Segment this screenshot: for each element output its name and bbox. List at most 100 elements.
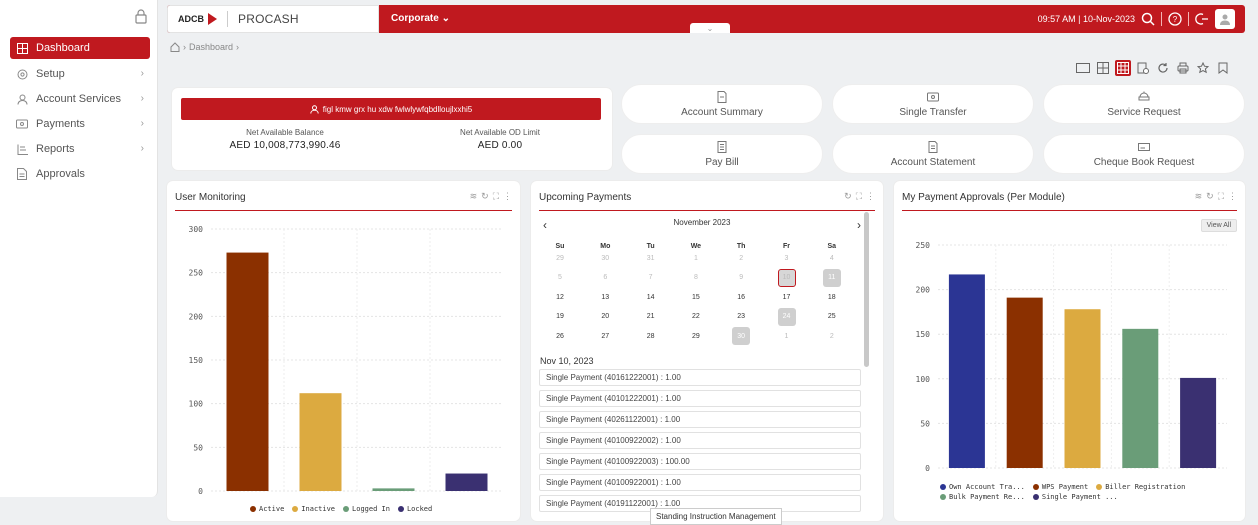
- calendar-day[interactable]: 20: [596, 308, 614, 326]
- payment-item[interactable]: Single Payment (40161222001) : 1.00: [539, 369, 861, 386]
- payment-item[interactable]: Single Payment (40100922002) : 1.00: [539, 432, 861, 449]
- prev-month-button[interactable]: ‹: [543, 218, 547, 232]
- print-icon[interactable]: [1175, 60, 1191, 76]
- calendar-day[interactable]: 30: [596, 249, 614, 267]
- calendar-day[interactable]: 22: [687, 308, 705, 326]
- calendar-day[interactable]: 16: [732, 288, 750, 306]
- bookmark-icon[interactable]: [1215, 60, 1231, 76]
- help-icon[interactable]: ?: [1168, 12, 1182, 26]
- calendar-day[interactable]: 13: [596, 288, 614, 306]
- search-icon[interactable]: [1141, 12, 1155, 26]
- home-icon[interactable]: [170, 42, 180, 52]
- calendar-day[interactable]: 2: [823, 327, 841, 345]
- more-icon[interactable]: ⋮: [866, 191, 875, 202]
- calendar-day[interactable]: 8: [687, 269, 705, 287]
- legend-item[interactable]: Active: [250, 505, 284, 513]
- calendar-day[interactable]: 15: [687, 288, 705, 306]
- sidebar-item-account-services[interactable]: Account Services ›: [10, 88, 150, 110]
- svg-text:?: ?: [1173, 15, 1178, 24]
- bank-name: ADCB: [178, 14, 204, 24]
- calendar-day[interactable]: 6: [596, 269, 614, 287]
- payment-item[interactable]: Single Payment (40101222001) : 1.00: [539, 390, 861, 407]
- refresh-icon[interactable]: ↻: [481, 191, 489, 202]
- payment-item[interactable]: Single Payment (40100922001) : 1.00: [539, 474, 861, 491]
- breadcrumb-current[interactable]: Dashboard: [189, 42, 233, 52]
- account-selector[interactable]: figl kmw grx hu xdw fwlwlywfqbdlloujlxxh…: [181, 98, 601, 120]
- calendar-day[interactable]: 11: [822, 268, 841, 287]
- sidebar-item-approvals[interactable]: Approvals: [10, 163, 150, 185]
- sidebar-item-dashboard[interactable]: Dashboard: [10, 37, 150, 59]
- calendar-day[interactable]: 25: [823, 308, 841, 326]
- calendar-day[interactable]: 17: [778, 288, 796, 306]
- calendar-day[interactable]: 7: [642, 269, 660, 287]
- payment-item[interactable]: Single Payment (40261122001) : 1.00: [539, 411, 861, 428]
- expand-tab[interactable]: ⌄: [690, 23, 730, 33]
- calendar-day[interactable]: 9: [732, 269, 750, 287]
- chart-type-icon[interactable]: ≋: [470, 191, 478, 202]
- payment-item[interactable]: Single Payment (40100922003) : 100.00: [539, 453, 861, 470]
- layout-single-icon[interactable]: [1075, 60, 1091, 76]
- refresh-icon[interactable]: ↻: [1206, 191, 1214, 202]
- calendar-day[interactable]: 24: [777, 307, 796, 326]
- fullscreen-icon[interactable]: ⛶: [493, 191, 499, 202]
- calendar-day[interactable]: 3: [778, 249, 796, 267]
- calendar-day[interactable]: 29: [687, 327, 705, 345]
- tile-service-request[interactable]: Service Request: [1043, 84, 1245, 124]
- scrollbar[interactable]: [864, 212, 869, 367]
- calendar-day[interactable]: 4: [823, 249, 841, 267]
- chevron-right-icon: ›: [140, 93, 144, 104]
- legend-item[interactable]: Single Payment ...: [1032, 493, 1118, 501]
- next-month-button[interactable]: ›: [857, 218, 861, 232]
- corporate-dropdown[interactable]: Corporate ⌄: [391, 13, 450, 24]
- sidebar-item-payments[interactable]: Payments ›: [10, 113, 150, 135]
- legend-item[interactable]: Inactive: [292, 505, 335, 513]
- more-icon[interactable]: ⋮: [1228, 191, 1237, 202]
- legend-item[interactable]: Bulk Payment Re...: [940, 493, 1025, 501]
- refresh-icon[interactable]: [1155, 60, 1171, 76]
- calendar-day[interactable]: 21: [642, 308, 660, 326]
- layout-grid-icon[interactable]: [1095, 60, 1111, 76]
- calendar-day[interactable]: 1: [778, 327, 796, 345]
- tile-account-summary[interactable]: Account Summary: [621, 84, 823, 124]
- logout-icon[interactable]: [1195, 12, 1209, 26]
- fullscreen-icon[interactable]: ⛶: [856, 191, 862, 202]
- calendar-day[interactable]: 10: [777, 268, 796, 287]
- calendar-day[interactable]: 28: [642, 327, 660, 345]
- customize-icon[interactable]: [1135, 60, 1151, 76]
- legend-item[interactable]: Own Account Tra...: [940, 483, 1025, 491]
- fullscreen-icon[interactable]: ⛶: [1218, 191, 1224, 202]
- bank-logo: ADCB: [178, 13, 217, 25]
- tile-single-transfer[interactable]: Single Transfer: [832, 84, 1034, 124]
- calendar-day[interactable]: 27: [596, 327, 614, 345]
- chart-type-icon[interactable]: ≋: [1195, 191, 1203, 202]
- sidebar-item-reports[interactable]: Reports ›: [10, 138, 150, 160]
- refresh-icon[interactable]: ↻: [844, 191, 852, 202]
- calendar-day[interactable]: 19: [551, 308, 569, 326]
- avatar[interactable]: [1215, 9, 1235, 29]
- tile-pay-bill[interactable]: Pay Bill: [621, 134, 823, 174]
- legend-item[interactable]: Biller Registration: [1096, 483, 1185, 491]
- calendar-day[interactable]: 30: [732, 327, 751, 345]
- lock-icon[interactable]: [134, 8, 148, 24]
- legend-item[interactable]: Logged In: [343, 505, 390, 513]
- calendar-day[interactable]: 18: [823, 288, 841, 306]
- calendar-day[interactable]: 12: [551, 288, 569, 306]
- brand[interactable]: ADCB PROCASH: [167, 5, 379, 33]
- legend-item[interactable]: Locked: [397, 505, 432, 513]
- calendar-day[interactable]: 23: [732, 308, 750, 326]
- calendar-day[interactable]: 26: [551, 327, 569, 345]
- tile-cheque-book-request[interactable]: Cheque Book Request: [1043, 134, 1245, 174]
- calendar-day[interactable]: 31: [642, 249, 660, 267]
- more-icon[interactable]: ⋮: [503, 191, 512, 202]
- legend-item[interactable]: WPS Payment: [1032, 483, 1088, 491]
- star-icon[interactable]: [1195, 60, 1211, 76]
- calendar-day[interactable]: 1: [687, 249, 705, 267]
- calendar-day[interactable]: 14: [642, 288, 660, 306]
- layout-table-icon[interactable]: [1115, 60, 1131, 76]
- calendar-day[interactable]: 5: [551, 269, 569, 287]
- calendar-day[interactable]: 2: [732, 249, 750, 267]
- sidebar-item-setup[interactable]: Setup ›: [10, 63, 150, 85]
- tile-account-statement[interactable]: Account Statement: [832, 134, 1034, 174]
- calendar-day[interactable]: 29: [551, 249, 569, 267]
- tile-label: Account Statement: [890, 156, 976, 168]
